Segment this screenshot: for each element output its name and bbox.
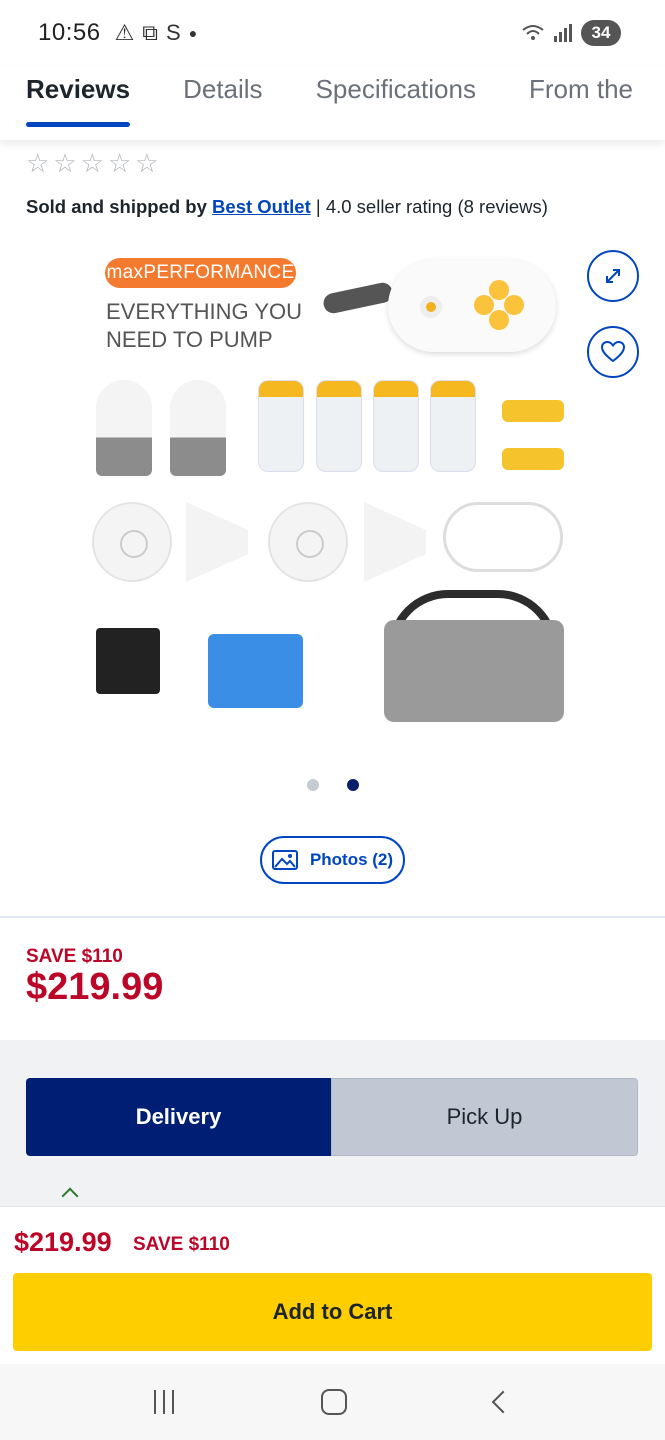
photos-label: Photos (2) [309, 850, 394, 869]
wishlist-button[interactable] [587, 326, 639, 378]
photos-button[interactable]: Photos (2) [260, 836, 405, 884]
fulfillment-section: Delivery Pick Up [0, 1040, 665, 1210]
tubing [443, 502, 563, 572]
home-icon[interactable] [321, 1389, 348, 1415]
image-icon [271, 850, 298, 870]
dot-icon: ● [188, 25, 198, 41]
battery-icon: 34 [581, 20, 621, 46]
seller-prefix: Sold and shipped by [26, 196, 207, 217]
pump-strap [321, 280, 395, 316]
s-app-icon: S [166, 20, 181, 45]
status-notification-icons: ⚠ ⧉ S ● [115, 20, 198, 46]
collar-ring [502, 448, 564, 470]
recents-icon[interactable] [153, 1390, 174, 1414]
tab-reviews[interactable]: Reviews [26, 66, 131, 140]
add-to-cart-button[interactable]: Add to Cart [13, 1273, 652, 1351]
battery-pack [96, 628, 160, 694]
carousel-dot[interactable] [307, 779, 319, 791]
pickup-button[interactable]: Pick Up [331, 1078, 638, 1156]
signal-icon [554, 24, 572, 42]
flange-cone [186, 502, 248, 582]
pump-device [388, 260, 556, 352]
tote-bag [384, 620, 564, 722]
wifi-icon [522, 25, 544, 40]
breast-shield [170, 380, 226, 476]
image-badge: maxPERFORMANCE [105, 258, 296, 288]
ice-pack [208, 634, 303, 708]
back-icon[interactable] [491, 1390, 515, 1414]
star-empty-icon: ☆ [80, 148, 104, 178]
bottle [373, 380, 419, 472]
status-system-icons: 34 [521, 20, 621, 46]
section-divider [0, 916, 665, 918]
carousel-dots [307, 779, 359, 791]
screenshot-icon: ⧉ [142, 20, 159, 45]
product-tabs: Reviews Details Specifications From the [0, 66, 665, 140]
rating-stars[interactable]: ☆ ☆ ☆ ☆ ☆ [26, 148, 159, 179]
heart-icon [601, 341, 625, 363]
star-empty-icon: ☆ [135, 148, 159, 178]
bottle [258, 380, 304, 472]
carousel-dot-active[interactable] [347, 779, 359, 791]
status-bar: 10:56 ⚠ ⧉ S ● 34 [0, 0, 665, 66]
flange [268, 502, 348, 582]
checkmark-icon [61, 1187, 79, 1205]
tab-details[interactable]: Details [183, 66, 262, 140]
seller-info: Sold and shipped by Best Outlet | 4.0 se… [26, 196, 548, 218]
sticky-price: $219.99 [14, 1227, 112, 1257]
fulfillment-toggle: Delivery Pick Up [26, 1078, 638, 1156]
tab-specifications[interactable]: Specifications [316, 66, 476, 140]
expand-icon [606, 269, 620, 283]
star-empty-icon: ☆ [26, 148, 50, 178]
tab-from-the-manufacturer[interactable]: From the [529, 66, 633, 140]
sticky-save: SAVE $110 [133, 1234, 230, 1255]
bottle [316, 380, 362, 472]
pump-buttons [474, 280, 524, 330]
bottle [430, 380, 476, 472]
warning-icon: ⚠ [114, 20, 135, 45]
pump-indicator [420, 296, 442, 318]
sticky-cart-bar: $219.99 SAVE $110 Add to Cart [0, 1206, 665, 1364]
status-time: 10:56 [38, 19, 101, 46]
system-nav-bar [0, 1364, 665, 1440]
price: $219.99 [26, 966, 164, 1008]
flange [92, 502, 172, 582]
flange-cone [364, 502, 426, 582]
collar-ring [502, 400, 564, 422]
seller-rating: | 4.0 seller rating (8 reviews) [315, 196, 548, 217]
expand-button[interactable] [587, 250, 639, 302]
star-empty-icon: ☆ [107, 148, 132, 178]
star-empty-icon: ☆ [53, 148, 77, 178]
delivery-button[interactable]: Delivery [26, 1078, 331, 1156]
product-image[interactable]: maxPERFORMANCE EVERYTHING YOU NEED TO PU… [88, 240, 578, 740]
breast-shield [96, 380, 152, 476]
seller-link[interactable]: Best Outlet [212, 196, 311, 217]
image-headline: EVERYTHING YOU NEED TO PUMP [106, 299, 303, 352]
save-amount: SAVE $110 [26, 946, 123, 967]
